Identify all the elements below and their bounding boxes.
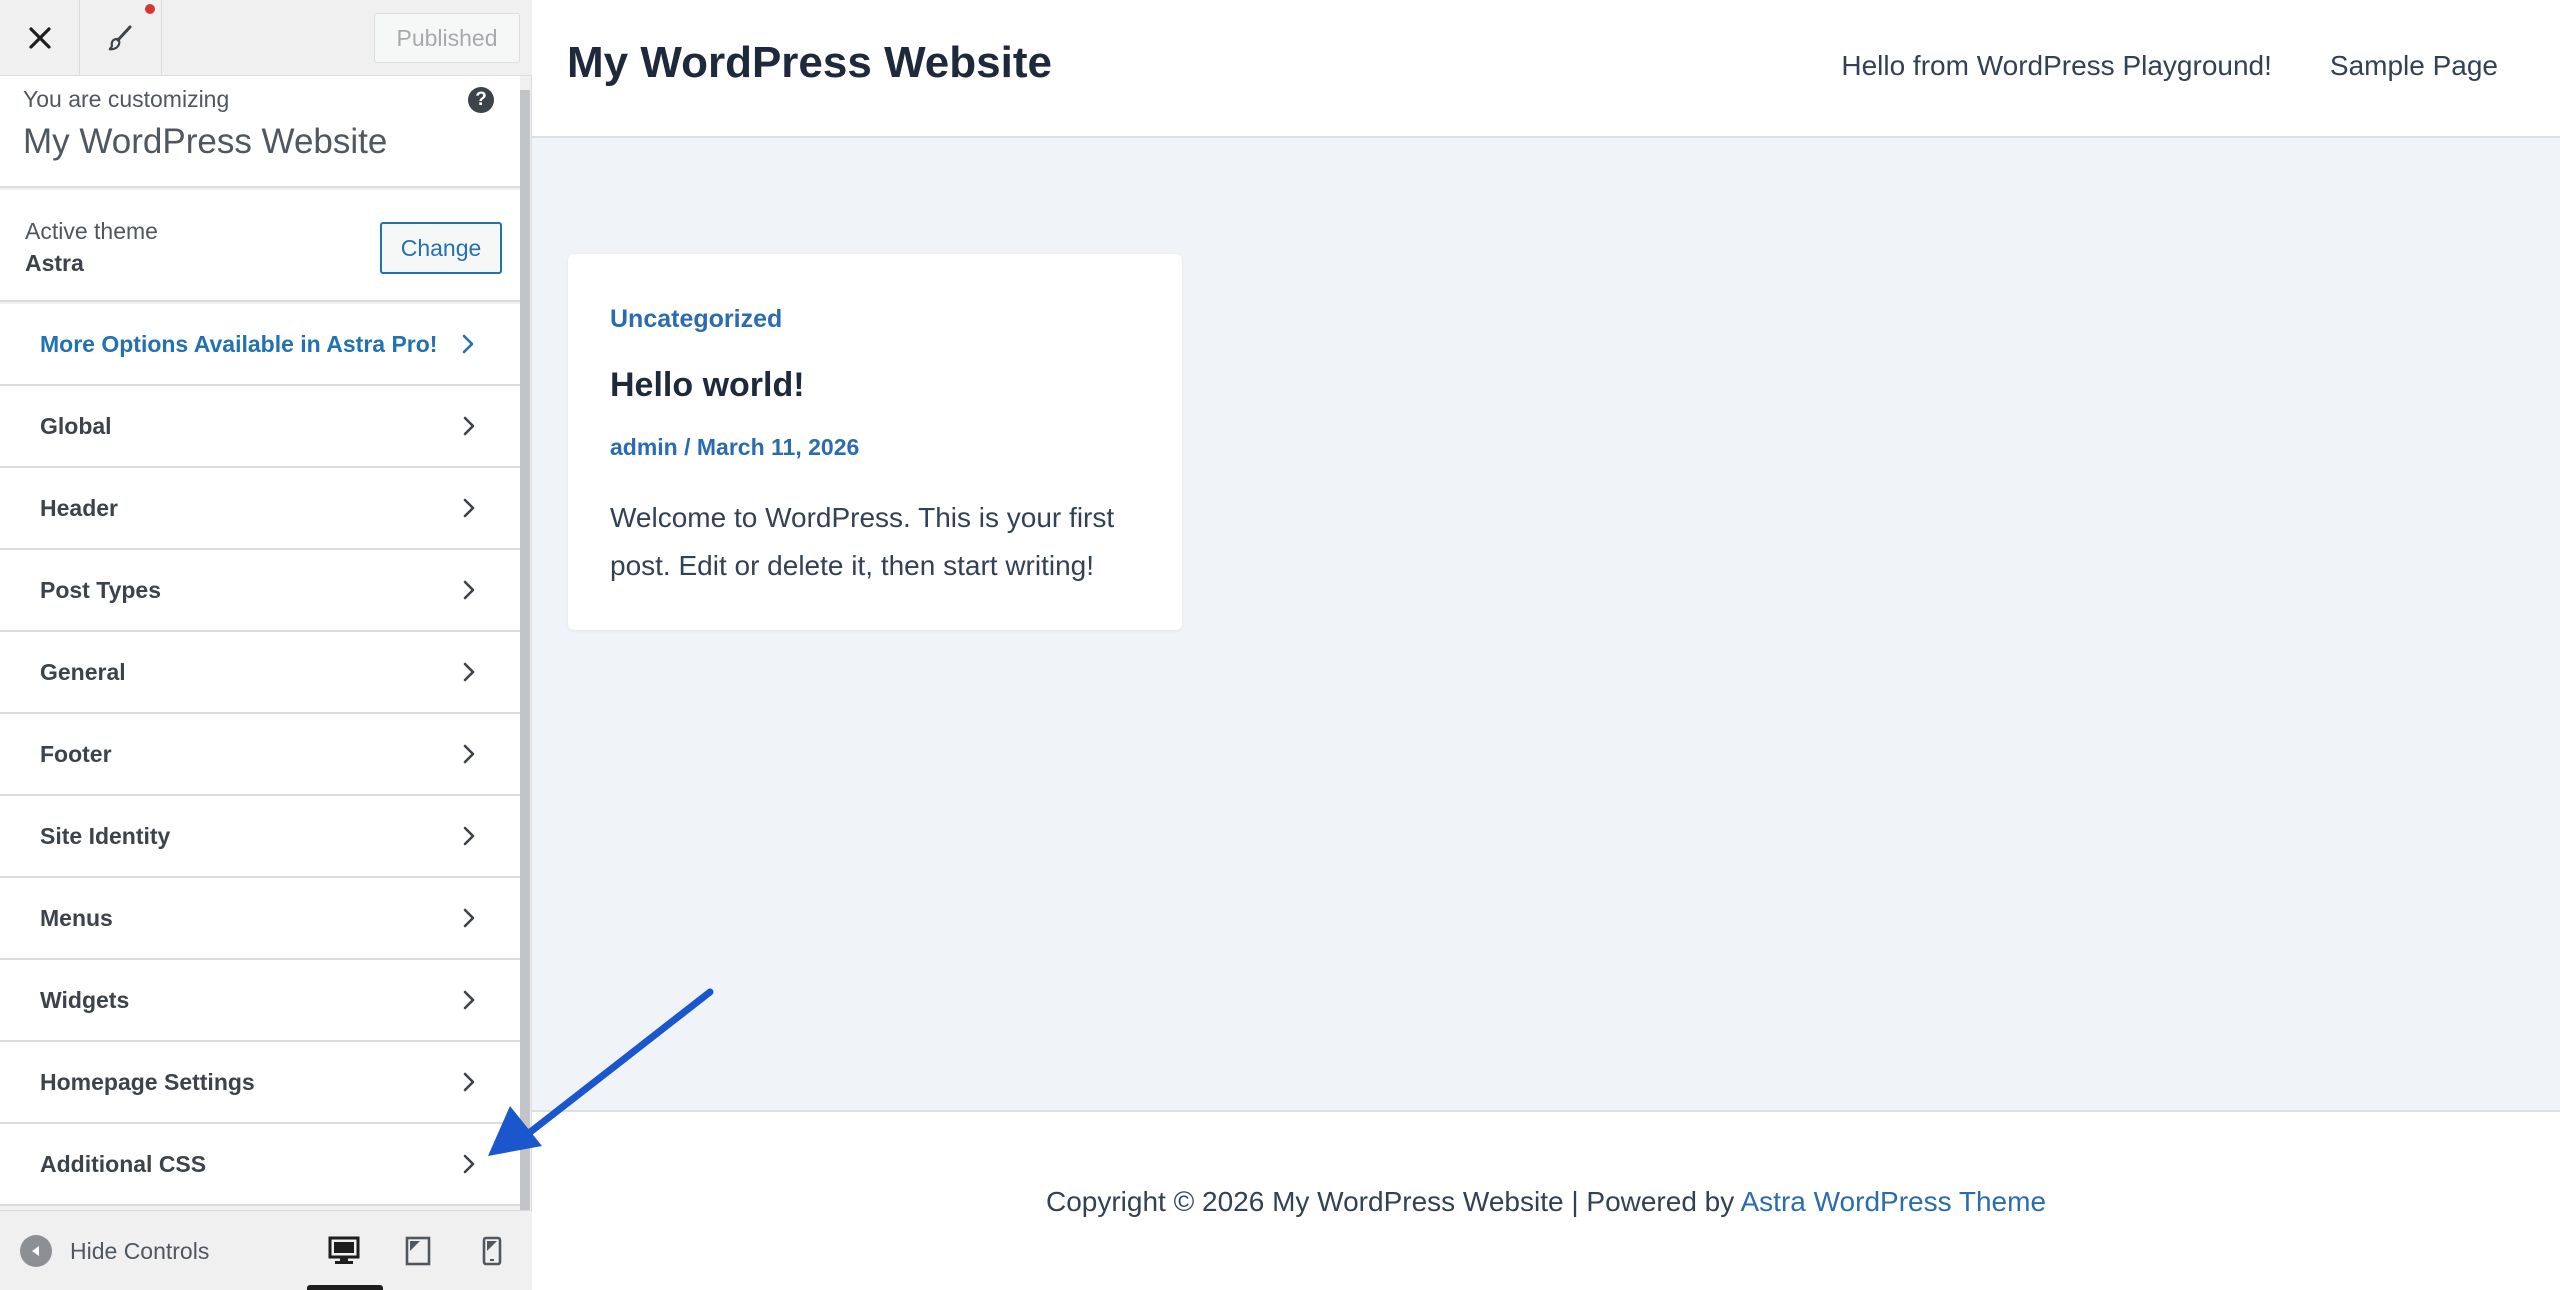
published-button[interactable]: Published bbox=[374, 13, 520, 63]
menu-item-homepage-settings[interactable]: Homepage Settings bbox=[0, 1042, 520, 1124]
menu-item-label: Menus bbox=[40, 905, 113, 931]
menu-item-label: Homepage Settings bbox=[40, 1069, 255, 1095]
tablet-icon bbox=[405, 1236, 431, 1266]
customizer-sidebar: Published You are customizing My WordPre… bbox=[0, 0, 532, 1290]
menu-item-label: Site Identity bbox=[40, 823, 171, 849]
annotation-arrow bbox=[488, 988, 714, 1156]
menu-item-widgets[interactable]: Widgets bbox=[0, 960, 520, 1042]
active-theme-label: Active theme bbox=[25, 218, 158, 244]
hide-controls-button[interactable]: Hide Controls bbox=[20, 1233, 209, 1269]
menu-item-label: More Options Available in Astra Pro! bbox=[40, 331, 438, 357]
post-card: Uncategorized Hello world! admin / March… bbox=[568, 254, 1182, 630]
footer-copyright: Copyright © 2026 My WordPress Website | … bbox=[532, 1186, 2560, 1218]
footer-theme-link[interactable]: Astra WordPress Theme bbox=[1741, 1186, 2047, 1217]
nav-item-sample-page[interactable]: Sample Page bbox=[2330, 50, 2498, 82]
chevron-right-icon bbox=[463, 826, 475, 846]
close-button[interactable] bbox=[0, 0, 80, 76]
notification-dot bbox=[145, 4, 155, 14]
chevron-right-icon bbox=[463, 908, 475, 928]
post-title[interactable]: Hello world! bbox=[610, 366, 805, 405]
customize-design-button[interactable] bbox=[80, 0, 162, 76]
menu-item-header[interactable]: Header bbox=[0, 468, 520, 550]
chevron-right-icon bbox=[463, 662, 475, 682]
customizer-topbar: Published bbox=[0, 0, 532, 76]
hide-controls-label: Hide Controls bbox=[70, 1237, 210, 1264]
footer-copyright-text: Copyright © 2026 My WordPress Website | … bbox=[1045, 1186, 1741, 1217]
chevron-right-icon bbox=[463, 580, 475, 600]
desktop-icon bbox=[328, 1236, 360, 1264]
mobile-icon bbox=[482, 1236, 502, 1266]
chevron-right-icon bbox=[463, 498, 475, 518]
post-category-link[interactable]: Uncategorized bbox=[610, 305, 782, 334]
customizer-footer-bar: Hide Controls bbox=[0, 1210, 532, 1290]
nav-item-hello[interactable]: Hello from WordPress Playground! bbox=[1841, 50, 2272, 82]
menu-item-label: Additional CSS bbox=[40, 1151, 207, 1177]
paintbrush-icon bbox=[108, 25, 131, 51]
menu-item-label: Header bbox=[40, 495, 118, 521]
collapse-icon bbox=[20, 1235, 52, 1267]
customizing-info: You are customizing My WordPress Website… bbox=[0, 76, 520, 188]
post-excerpt: Welcome to WordPress. This is your first… bbox=[610, 502, 1115, 581]
menu-item-astra-pro[interactable]: More Options Available in Astra Pro! bbox=[0, 304, 520, 386]
menu-item-label: Footer bbox=[40, 741, 112, 767]
menu-item-site-identity[interactable]: Site Identity bbox=[0, 796, 520, 878]
chevron-right-icon bbox=[462, 334, 474, 354]
active-theme-name: Astra bbox=[25, 250, 84, 276]
menu-item-label: Global bbox=[40, 413, 112, 439]
customizing-label: You are customizing bbox=[23, 86, 230, 112]
change-theme-button[interactable]: Change bbox=[380, 222, 502, 274]
customizer-panel: You are customizing My WordPress Website… bbox=[0, 76, 520, 1210]
help-icon[interactable]: ? bbox=[468, 87, 494, 113]
preview-tablet-button[interactable] bbox=[394, 1227, 442, 1275]
customizer-menu: More Options Available in Astra Pro! Glo… bbox=[0, 304, 520, 1206]
preview-mobile-button[interactable] bbox=[468, 1227, 516, 1275]
site-header: My WordPress Website Hello from WordPres… bbox=[532, 0, 2560, 138]
menu-item-footer[interactable]: Footer bbox=[0, 714, 520, 796]
active-device-indicator bbox=[307, 1285, 383, 1290]
primary-nav: Hello from WordPress Playground! Sample … bbox=[1841, 50, 2498, 82]
chevron-right-icon bbox=[463, 416, 475, 436]
menu-item-general[interactable]: General bbox=[0, 632, 520, 714]
menu-item-label: Post Types bbox=[40, 577, 161, 603]
menu-item-label: Widgets bbox=[40, 987, 130, 1013]
close-icon bbox=[28, 27, 51, 49]
post-meta[interactable]: admin / March 11, 2026 bbox=[610, 434, 859, 461]
menu-item-global[interactable]: Global bbox=[0, 386, 520, 468]
active-theme-section: Active theme Astra Change bbox=[0, 190, 520, 302]
menu-item-menus[interactable]: Menus bbox=[0, 878, 520, 960]
menu-item-additional-css[interactable]: Additional CSS bbox=[0, 1124, 520, 1206]
customizing-site-name: My WordPress Website bbox=[23, 122, 388, 161]
preview-desktop-button[interactable] bbox=[320, 1227, 368, 1275]
chevron-right-icon bbox=[463, 744, 475, 764]
site-footer: Copyright © 2026 My WordPress Website | … bbox=[532, 1110, 2560, 1290]
site-title[interactable]: My WordPress Website bbox=[567, 38, 1052, 88]
menu-item-post-types[interactable]: Post Types bbox=[0, 550, 520, 632]
menu-item-label: General bbox=[40, 659, 126, 685]
site-preview: My WordPress Website Hello from WordPres… bbox=[532, 0, 2560, 1290]
